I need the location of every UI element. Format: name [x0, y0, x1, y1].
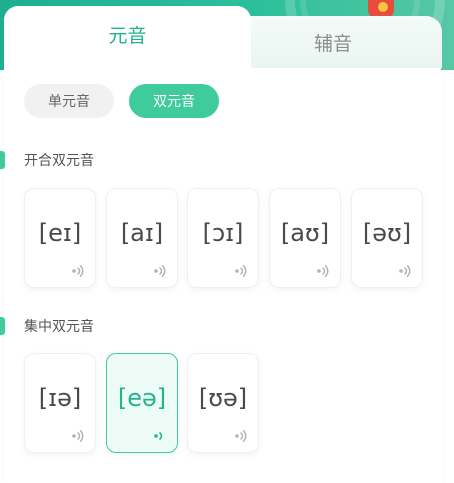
phoneme-card[interactable]: [ɔɪ] — [187, 188, 259, 288]
phoneme-card[interactable]: [ʊə] — [187, 353, 259, 453]
tab-vowels[interactable]: 元音 — [4, 6, 251, 76]
section-title-label: 开合双元音 — [24, 153, 94, 169]
phoneme-card[interactable]: [eə] — [106, 353, 178, 453]
filter-double-vowels[interactable]: 双元音 — [129, 84, 219, 118]
phoneme-symbol: [eɪ] — [38, 219, 82, 247]
phoneme-card[interactable]: [aɪ] — [106, 188, 178, 288]
speaker-icon[interactable] — [151, 263, 167, 277]
section-title: 集中双元音 — [0, 316, 94, 336]
phoneme-symbol: [ʊə] — [198, 384, 248, 412]
tab-consonants[interactable]: 辅音 — [224, 16, 442, 68]
phoneme-symbol: [aɪ] — [120, 219, 164, 247]
tab-vowels-label: 元音 — [108, 24, 147, 47]
section-accent-bar — [0, 151, 5, 169]
speaker-icon[interactable] — [232, 428, 248, 442]
phoneme-symbol: [ɪə] — [38, 384, 82, 412]
phoneme-symbol: [aʊ] — [280, 219, 330, 247]
speaker-icon[interactable] — [69, 428, 85, 442]
phoneme-symbol: [eə] — [117, 384, 167, 412]
phoneme-card[interactable]: [eɪ] — [24, 188, 96, 288]
speaker-icon[interactable] — [314, 263, 330, 277]
tab-consonants-label: 辅音 — [313, 32, 352, 55]
phoneme-symbol: [ɔɪ] — [202, 219, 244, 247]
phoneme-card[interactable]: [aʊ] — [269, 188, 341, 288]
speaker-icon[interactable] — [69, 263, 85, 277]
section-title: 开合双元音 — [0, 150, 94, 170]
section-title-label: 集中双元音 — [24, 319, 94, 335]
filter-single-vowels[interactable]: 单元音 — [24, 84, 114, 118]
speaker-icon[interactable] — [232, 263, 248, 277]
section-accent-bar — [0, 317, 5, 335]
phoneme-card[interactable]: [ɪə] — [24, 353, 96, 453]
phoneme-symbol: [əʊ] — [362, 219, 412, 247]
phoneme-card[interactable]: [əʊ] — [351, 188, 423, 288]
speaker-icon[interactable] — [396, 263, 412, 277]
speaker-icon[interactable] — [151, 428, 167, 442]
